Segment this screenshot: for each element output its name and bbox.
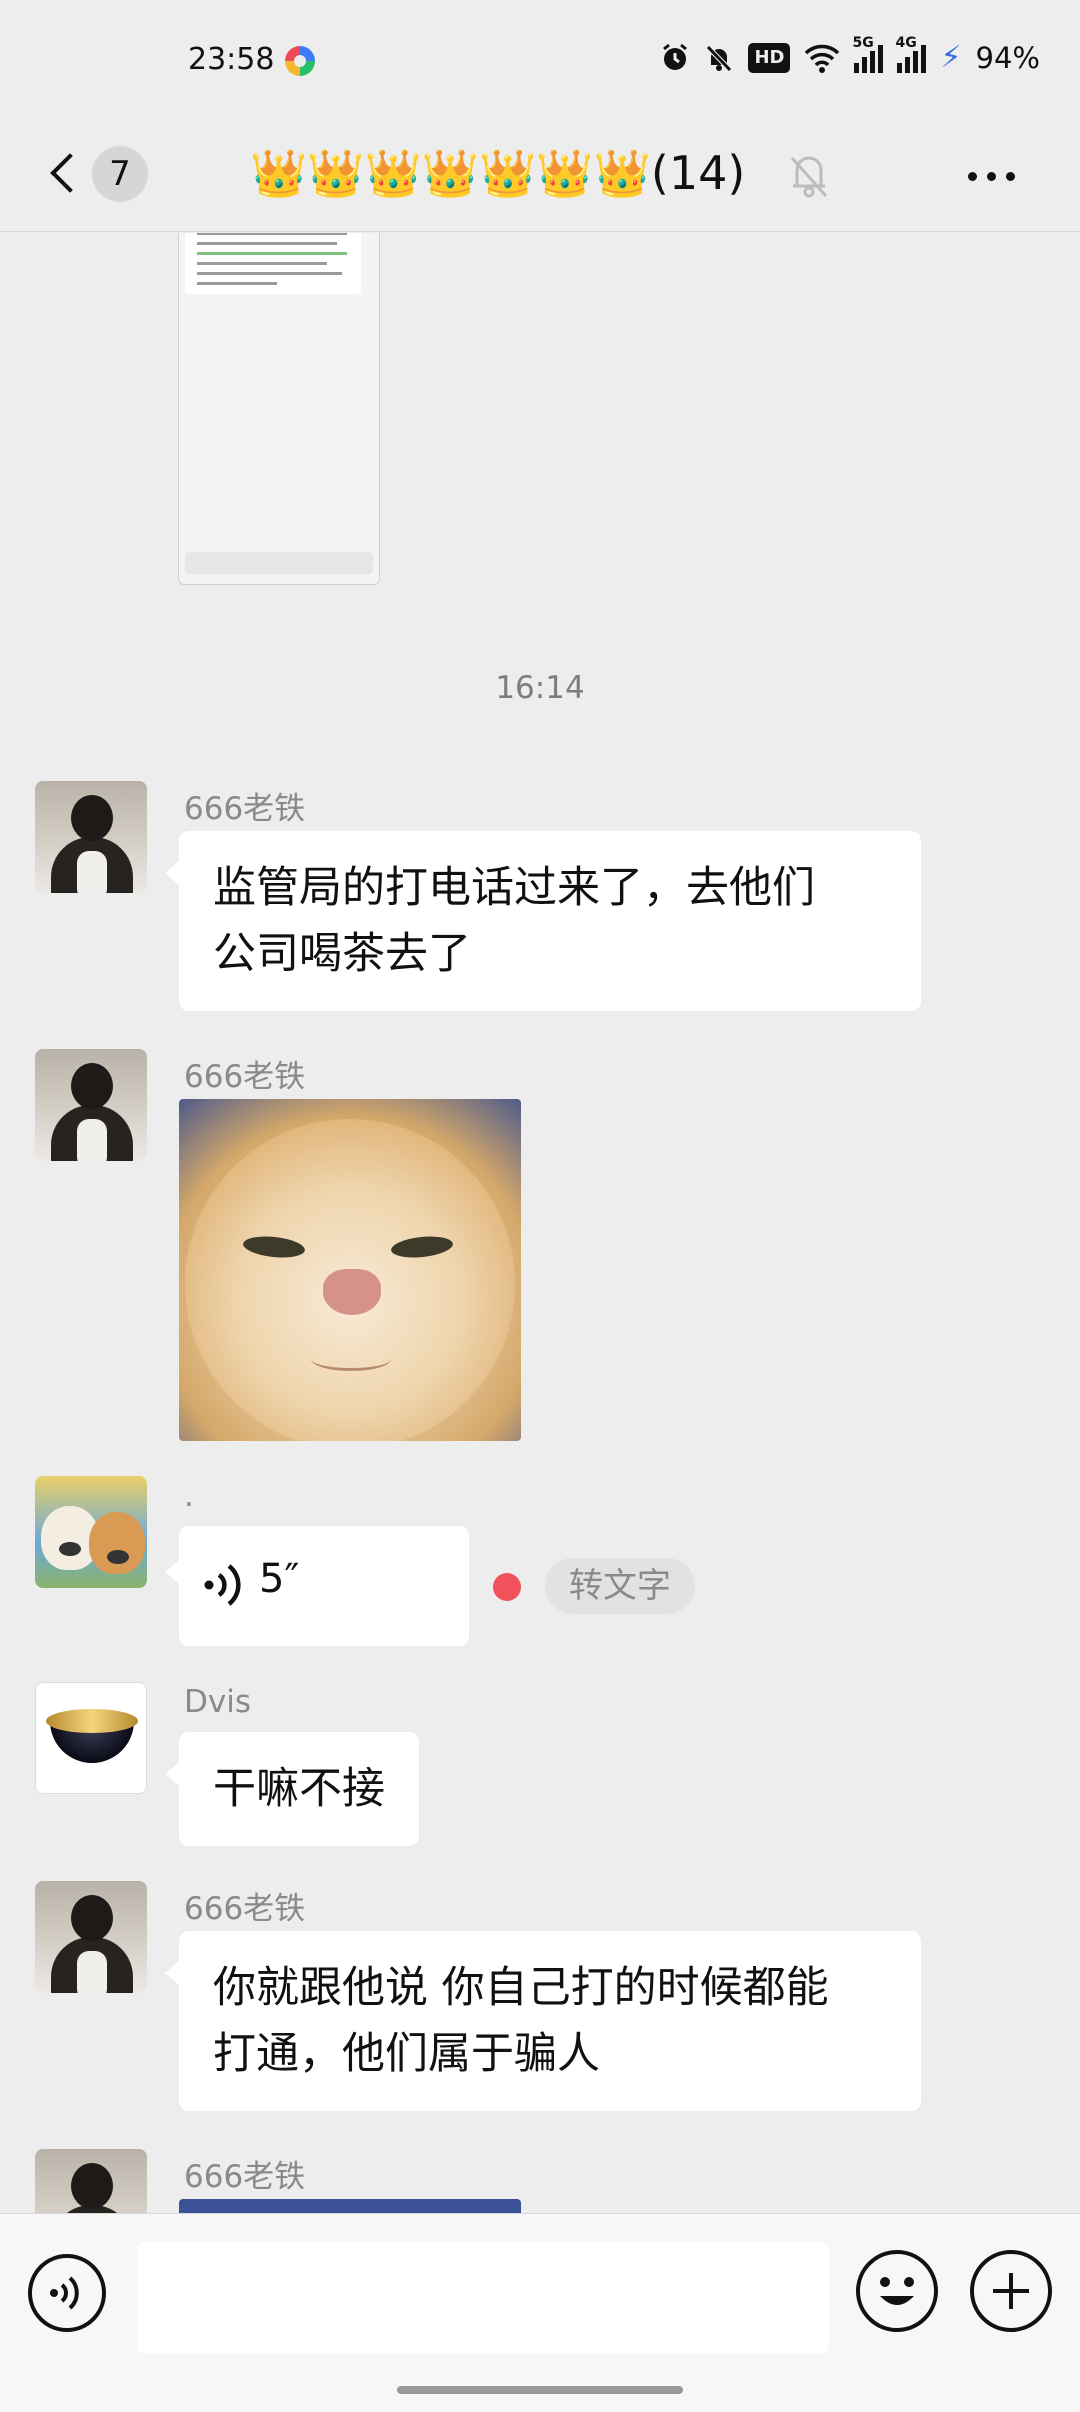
muted-bell-icon [790,156,828,198]
home-indicator[interactable] [397,2386,683,2394]
voice-message-bubble[interactable]: 5″ [165,1526,469,1646]
wifi-icon [805,44,840,73]
app-notification-icon [285,46,315,76]
cat-face-sticker[interactable] [179,2199,521,2213]
signal-5g-label: 5G [852,34,874,51]
avatar[interactable] [35,1682,147,1794]
alarm-icon [663,43,688,70]
cat-face-sticker[interactable] [179,1099,521,1441]
avatar[interactable] [35,2149,147,2213]
more-icon-dot [1006,171,1015,181]
signal-4g-label: 4G [895,34,917,51]
voice-input-icon [50,2276,79,2310]
chat-messages[interactable]: 16:14 666老铁 监管局的打电话过来了，去他们 公司喝茶去了 666老铁 [0,233,1080,2213]
voice-input-button[interactable] [28,2254,106,2332]
signal-5g-icon: 5G [852,35,884,73]
status-time: 23:58 [188,42,275,77]
charging-icon: ⚡ [940,40,962,75]
avatar[interactable] [35,1881,147,1993]
battery-percentage: 94% [975,40,1040,75]
voice-unread-dot [493,1573,521,1601]
plus-button[interactable] [970,2250,1052,2332]
thumbnail-content [185,233,361,294]
convert-to-text-button[interactable]: 转文字 [545,1558,695,1614]
message-input[interactable] [137,2242,829,2354]
input-bar [0,2213,1080,2412]
more-button[interactable] [968,156,1028,196]
more-icon-dot [968,171,977,181]
sender-name: . [184,1478,194,1514]
chevron-left-icon [50,153,90,193]
hd-voice-icon: HD [748,42,791,73]
sender-name: 666老铁 [184,2159,306,2195]
sender-name: 666老铁 [184,1891,306,1927]
unread-count-badge: 7 [92,146,148,202]
thumbnail-input-bar [185,552,373,574]
status-bar: 23:58 HD 5G 4G ⚡ 94% [0,0,1080,120]
more-icon-dot [987,171,996,181]
avatar[interactable] [35,1049,147,1161]
status-icons: HD 5G 4G ⚡ 94% [660,35,1040,75]
cat-face [185,1119,515,1441]
voice-duration: 5″ [259,1556,300,1602]
avatar[interactable] [35,1476,147,1588]
image-message-thumbnail[interactable] [178,233,380,585]
avatar[interactable] [35,781,147,893]
chat-header: 7 👑👑👑👑👑👑👑(14) [0,120,1080,232]
sender-name: 666老铁 [184,791,306,827]
signal-4g-icon: 4G [895,35,927,73]
sender-name: 666老铁 [184,1059,306,1095]
sender-name: Dvis [184,1684,251,1720]
emoji-icon [880,2277,914,2305]
back-button[interactable]: 7 [40,138,160,208]
voice-wave-icon [204,1564,241,1606]
text-bubble[interactable]: 干嘛不接 [165,1732,419,1846]
mute-bell-icon [706,44,733,72]
text-bubble[interactable]: 监管局的打电话过来了，去他们 公司喝茶去了 [165,831,921,1011]
emoji-button[interactable] [856,2250,938,2332]
chat-title[interactable]: 👑👑👑👑👑👑👑(14) [250,146,745,201]
chat-timestamp: 16:14 [495,670,585,706]
text-bubble[interactable]: 你就跟他说 你自己打的时候都能 打通，他们属于骗人 [165,1931,921,2111]
